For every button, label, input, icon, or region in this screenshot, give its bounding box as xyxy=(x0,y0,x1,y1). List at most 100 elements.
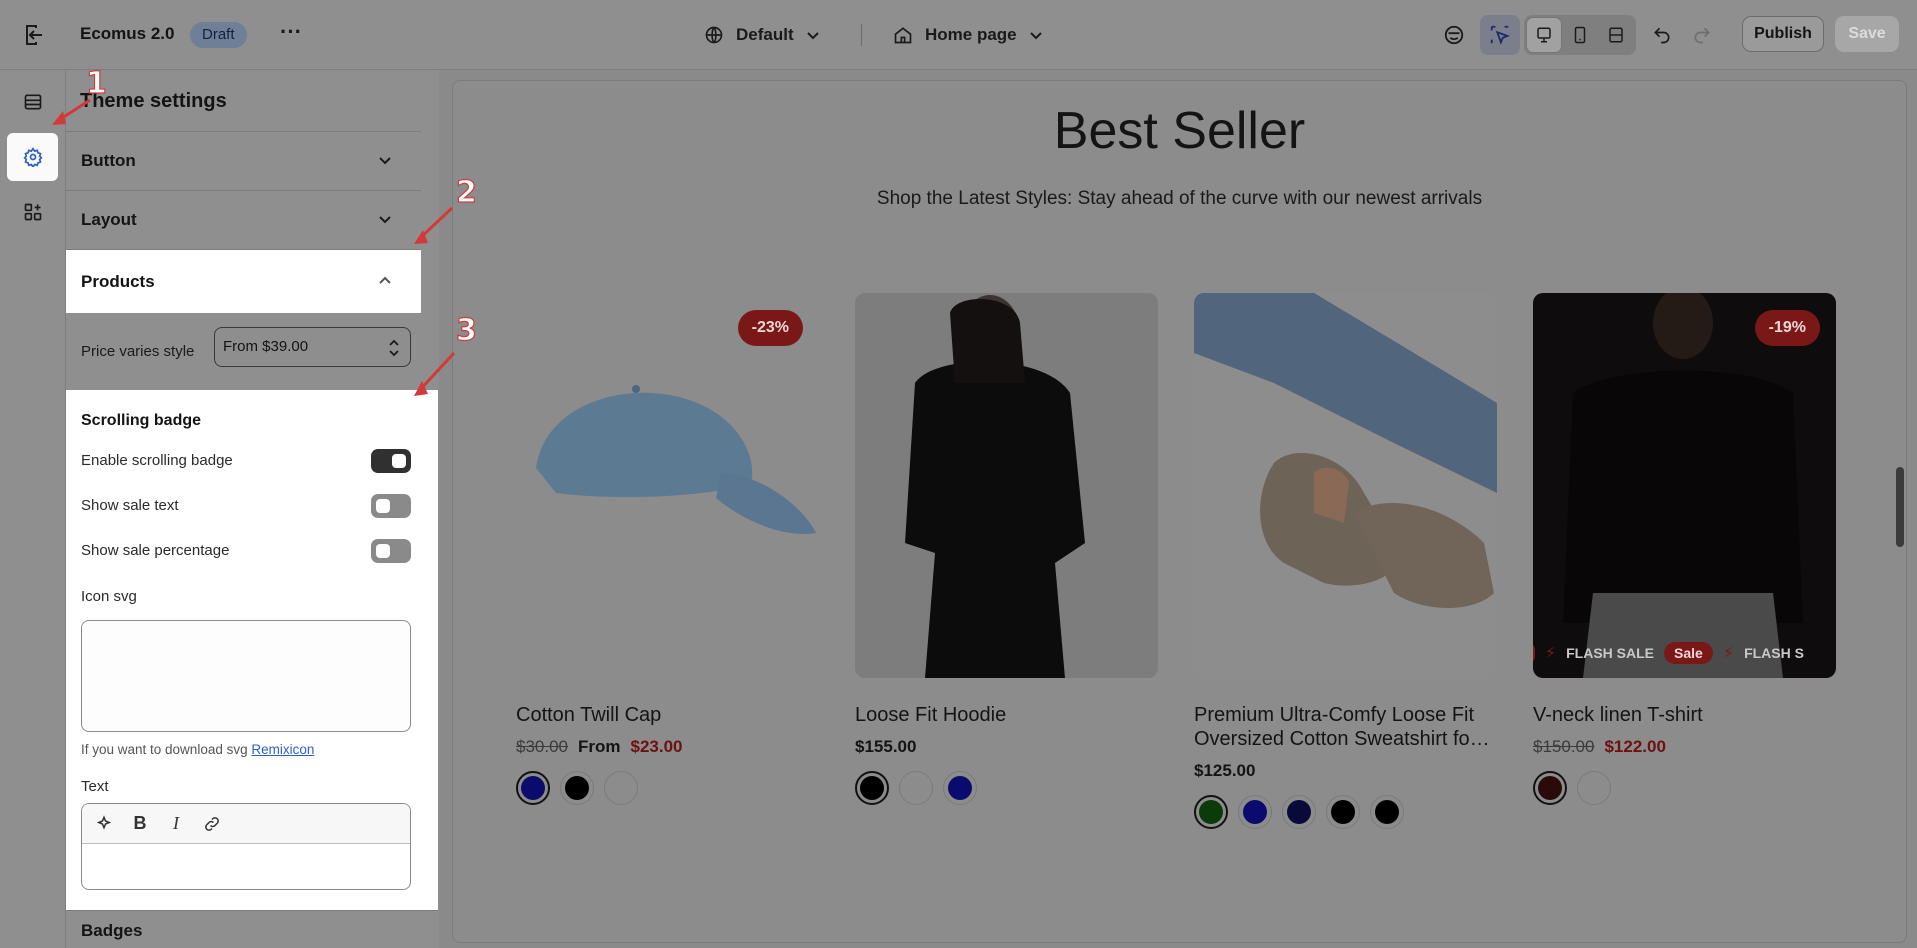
rich-text-editor[interactable]: B I xyxy=(81,803,411,890)
chevron-down-icon xyxy=(379,216,391,224)
ai-assistant-icon[interactable] xyxy=(1440,21,1468,49)
desktop-view-button[interactable] xyxy=(1527,18,1561,52)
link-icon[interactable] xyxy=(202,814,222,834)
accordion-layout[interactable]: Layout xyxy=(66,190,421,248)
divider xyxy=(861,24,862,46)
color-swatch[interactable] xyxy=(516,771,550,805)
toggle-knob xyxy=(376,499,390,513)
old-price: $150.00 xyxy=(1533,737,1595,756)
product-card[interactable]: Premium Ultra-Comfy Loose Fit Oversized … xyxy=(1194,293,1497,829)
swatch-color xyxy=(1287,800,1311,824)
text-field-label: Text xyxy=(81,778,109,795)
bold-icon[interactable]: B xyxy=(130,813,150,834)
annotation-marker: 3 xyxy=(455,312,477,348)
scrolling-badge-section: Scrolling badge Enable scrolling badge S… xyxy=(66,390,438,910)
fullwidth-view-button[interactable] xyxy=(1599,18,1633,52)
sale-price: $23.00 xyxy=(630,737,683,756)
accordion-products[interactable]: Products xyxy=(66,249,421,313)
color-swatch[interactable] xyxy=(1282,795,1316,829)
device-switcher xyxy=(1524,15,1636,55)
preview-canvas: Best Seller Shop the Latest Styles: Stay… xyxy=(452,80,1907,943)
product-image[interactable]: -19% ⚡ FLASH SALE Sale ⚡ FLASH S xyxy=(1533,293,1836,678)
chevron-down-icon xyxy=(379,157,391,165)
show-sale-percentage-row: Show sale percentage xyxy=(81,538,411,564)
chevron-up-icon xyxy=(379,276,391,284)
language-selector[interactable]: Default xyxy=(704,22,820,48)
show-sale-text-toggle[interactable] xyxy=(371,494,411,518)
product-prices: $150.00 $122.00 xyxy=(1533,737,1836,757)
apps-button[interactable] xyxy=(7,188,58,236)
color-swatches xyxy=(855,771,1158,805)
product-prices: $30.00 From $23.00 xyxy=(516,737,819,757)
swatch-color xyxy=(1331,800,1355,824)
color-swatch[interactable] xyxy=(560,771,594,805)
rte-toolbar: B I xyxy=(82,804,410,844)
icon-svg-textarea[interactable] xyxy=(81,620,411,732)
preview-scrollbar[interactable] xyxy=(1896,467,1904,547)
toggle-knob xyxy=(376,544,390,558)
discount-badge: -19% xyxy=(1754,310,1820,346)
product-name[interactable]: Cotton Twill Cap xyxy=(516,703,819,727)
product-image[interactable] xyxy=(1194,293,1497,678)
product-name[interactable]: V-neck linen T-shirt xyxy=(1533,703,1836,727)
select-cursor-icon xyxy=(1490,25,1510,45)
sections-button[interactable] xyxy=(7,78,58,126)
product-prices: $155.00 xyxy=(855,737,1158,757)
redo-icon[interactable] xyxy=(1688,21,1716,49)
price-varies-select[interactable]: From $39.00 xyxy=(214,327,411,367)
swatch-color xyxy=(904,776,928,800)
publish-button[interactable]: Publish xyxy=(1742,16,1824,52)
annotation-marker: 2 xyxy=(455,174,477,210)
color-swatch[interactable] xyxy=(1194,795,1228,829)
product-image[interactable] xyxy=(855,293,1158,678)
select-arrows-icon xyxy=(389,339,399,357)
save-button[interactable]: Save xyxy=(1835,16,1899,52)
inspect-button[interactable] xyxy=(1480,15,1520,55)
toggle-label: Enable scrolling badge xyxy=(81,452,233,469)
color-swatch[interactable] xyxy=(1326,795,1360,829)
exit-icon[interactable] xyxy=(22,23,46,47)
page-selector[interactable]: Home page xyxy=(893,22,1043,48)
accordion-button[interactable]: Button xyxy=(66,131,421,189)
cap-image xyxy=(516,293,819,678)
swatch-color xyxy=(1243,800,1267,824)
swatch-color xyxy=(1538,776,1562,800)
accordion-label: Button xyxy=(81,150,136,170)
remixicon-link[interactable]: Remixicon xyxy=(251,742,314,757)
home-icon xyxy=(894,27,912,44)
color-swatch[interactable] xyxy=(1238,795,1272,829)
app-title: Ecomus 2.0 xyxy=(80,24,175,43)
product-name[interactable]: Premium Ultra-Comfy Loose Fit Oversized … xyxy=(1194,703,1497,751)
color-swatches xyxy=(1194,795,1497,829)
show-sale-percentage-toggle[interactable] xyxy=(371,539,411,563)
color-swatch[interactable] xyxy=(899,771,933,805)
theme-settings-button[interactable] xyxy=(7,133,58,181)
product-card[interactable]: -23% Cotton Twill Cap $30.00 From $23.00 xyxy=(516,293,819,805)
color-swatch[interactable] xyxy=(943,771,977,805)
color-swatch[interactable] xyxy=(855,771,889,805)
undo-icon[interactable] xyxy=(1648,21,1676,49)
enable-scrolling-badge-toggle[interactable] xyxy=(371,449,411,473)
ai-sparkle-icon[interactable] xyxy=(94,814,114,834)
product-image[interactable]: -23% xyxy=(516,293,819,678)
color-swatch[interactable] xyxy=(1370,795,1404,829)
mobile-view-button[interactable] xyxy=(1563,18,1597,52)
color-swatch[interactable] xyxy=(1533,771,1567,805)
swatch-color xyxy=(860,776,884,800)
more-button[interactable]: ··· xyxy=(278,20,304,50)
swatch-color xyxy=(1582,776,1606,800)
color-swatch[interactable] xyxy=(604,771,638,805)
product-card[interactable]: Loose Fit Hoodie $155.00 xyxy=(855,293,1158,805)
product-card[interactable]: -19% ⚡ FLASH SALE Sale ⚡ FLASH S V-neck … xyxy=(1533,293,1836,805)
sale-price: $122.00 xyxy=(1604,737,1666,756)
italic-icon[interactable]: I xyxy=(166,813,186,834)
product-name[interactable]: Loose Fit Hoodie xyxy=(855,703,1158,727)
status-badge: Draft xyxy=(190,22,247,48)
annotation-marker: 1 xyxy=(85,65,107,101)
apps-icon xyxy=(24,203,41,221)
color-swatch[interactable] xyxy=(1577,771,1611,805)
color-swatches xyxy=(1533,771,1836,805)
accordion-badges[interactable]: Badges xyxy=(66,910,438,948)
hoodie-image xyxy=(855,293,1158,678)
theme-settings-panel: Theme settings Button Layout Products Pr… xyxy=(66,70,439,948)
